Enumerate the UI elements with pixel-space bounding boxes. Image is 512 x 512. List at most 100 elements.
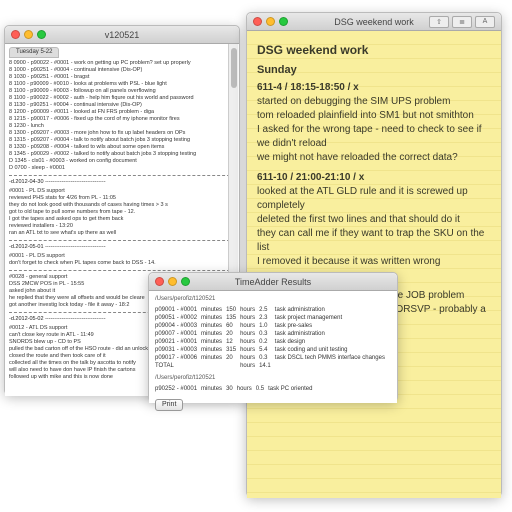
table-cell: minutes: [201, 354, 226, 362]
results-title: TimeAdder Results: [149, 277, 397, 287]
table-cell: task administration: [275, 330, 389, 338]
results-path-2: /Users/perofiz/t120521: [155, 374, 391, 382]
table-cell: TOTAL: [155, 362, 201, 370]
table-cell: minutes: [201, 385, 226, 393]
entry-line: looked at the ATL GLD rule and it is scr…: [257, 185, 491, 213]
entry-line: we might not have reloaded the correct d…: [257, 151, 491, 165]
table-row: p09017 - #0006minutes20hours0.3task DSCL…: [155, 354, 389, 362]
table-cell: 20: [226, 354, 240, 362]
table-cell: hours: [240, 362, 259, 370]
table-cell: [275, 362, 389, 370]
table-cell: task project management: [275, 314, 389, 322]
table-cell: hours: [240, 330, 259, 338]
note-toolbar: ⇧ ≣ A: [429, 16, 495, 28]
entry-line: started on debugging the SIM UPS problem: [257, 95, 491, 109]
note-day: Sunday: [257, 63, 491, 77]
table-cell: p90252 - #0001: [155, 385, 201, 393]
table-row: p09051 - #0002minutes135hours2.3task pro…: [155, 314, 389, 322]
table-cell: task pre-sales: [275, 322, 389, 330]
table-cell: hours: [240, 314, 259, 322]
log-line: ran an ATL txt to see what's up there as…: [9, 230, 235, 237]
task-line: 8 1230 - lunch: [9, 123, 235, 130]
editor-titlebar[interactable]: v120521: [5, 26, 239, 44]
log-id: #0001 - PL DS support: [9, 188, 235, 195]
table-cell: 14.1: [259, 362, 275, 370]
table-cell: 1.0: [259, 322, 275, 330]
table-cell: [201, 362, 226, 370]
table-cell: minutes: [201, 322, 226, 330]
font-icon[interactable]: A: [475, 16, 495, 28]
table-row: p09007 - #0001minutes20hours0.3task admi…: [155, 330, 389, 338]
note-heading: DSG weekend work: [257, 43, 491, 57]
table-cell: 12: [226, 338, 240, 346]
table-cell: 60: [226, 322, 240, 330]
table-cell: hours: [240, 306, 259, 314]
table-cell: task PC oriented: [268, 385, 316, 393]
results-titlebar[interactable]: TimeAdder Results: [149, 273, 397, 291]
log-id: #0001 - PL DS support: [9, 253, 235, 260]
log-line: reviewed installers - 13:20: [9, 223, 235, 230]
entry-line: tom reloaded plainfield into SM1 but not…: [257, 109, 491, 123]
entry-line: deleted the first two lines and that sho…: [257, 213, 491, 227]
table-cell: task administration: [275, 306, 389, 314]
log-line: they do not look good with thousands of …: [9, 202, 235, 209]
table-cell: p09004 - #0003: [155, 322, 201, 330]
task-line: 8 1330 - p09208 - #0004 - talked to wils…: [9, 144, 235, 151]
table-cell: 2.3: [259, 314, 275, 322]
print-button[interactable]: Print: [155, 399, 183, 411]
table-row: p90252 - #0001minutes30hours0.5task PC o…: [155, 385, 316, 393]
table-cell: 315: [226, 346, 240, 354]
entry-line: they can call me if they want to trap th…: [257, 227, 491, 255]
table-cell: 0.3: [259, 354, 275, 362]
table-cell: hours: [237, 385, 256, 393]
table-row: p09001 - #0001minutes150hours2.5task adm…: [155, 306, 389, 314]
results-body: /Users/perofiz/t120521 p09001 - #0001min…: [149, 291, 397, 403]
task-line: 8 1000 - p90251 - #0004 - continual inte…: [9, 67, 235, 74]
table-cell: 0.3: [259, 330, 275, 338]
entry-line: I removed it because it was written wron…: [257, 255, 491, 269]
note-body[interactable]: DSG weekend work Sunday 611-4 / 18:15-18…: [247, 31, 501, 498]
table-cell: 150: [226, 306, 240, 314]
table-cell: p09007 - #0001: [155, 330, 201, 338]
table-cell: minutes: [201, 330, 226, 338]
table-cell: hours: [240, 338, 259, 346]
table-cell: task DSCL tech PMMS interface changes: [275, 354, 389, 362]
log-line: I got the tapes and asked ops to get the…: [9, 216, 235, 223]
table-cell: p09017 - #0006: [155, 354, 201, 362]
log-date: -d.2012-04-30 --------------------------…: [9, 179, 235, 186]
task-line: 8 1300 - p09207 - #0003 - more john how …: [9, 130, 235, 137]
task-line: 8 1215 - p90017 - #0006 - fixed up the c…: [9, 116, 235, 123]
task-line: D 0700 - sleep - #0001: [9, 165, 235, 172]
note-titlebar[interactable]: DSG weekend work ⇧ ≣ A: [247, 13, 501, 31]
table-cell: task coding and unit testing: [275, 346, 389, 354]
table-cell: p09021 - #0001: [155, 338, 201, 346]
table-cell: p09031 - #0003: [155, 346, 201, 354]
task-list: 8 0900 - p90022 - #0001 - work on gettin…: [9, 60, 235, 172]
entry-line: I asked for the wrong tape - need to che…: [257, 123, 491, 151]
note-entry: 611-10 / 21:00-21:10 / xlooked at the AT…: [257, 171, 491, 269]
table-row: p09031 - #0003minutes315hours5.4task cod…: [155, 346, 389, 354]
table-cell: minutes: [201, 346, 226, 354]
table-cell: [226, 362, 240, 370]
log-line: don't forget to check when PL tapes come…: [9, 260, 235, 267]
table-cell: hours: [240, 354, 259, 362]
log-line: reviewed PHS stats for 4/26 from PL - 11…: [9, 195, 235, 202]
table-row: p09021 - #0001minutes12hours0.2task desi…: [155, 338, 389, 346]
editor-title: v120521: [5, 30, 239, 40]
editor-tab[interactable]: Tuesday 5-22: [9, 47, 59, 58]
table-cell: p09051 - #0002: [155, 314, 201, 322]
results-table-2: p90252 - #0001minutes30hours0.5task PC o…: [155, 385, 316, 393]
task-line: 8 1315 - p09207 - #0004 - talk to notify…: [9, 137, 235, 144]
task-line: D 1345 - cls01 - #0003 - worked on confi…: [9, 158, 235, 165]
results-path: /Users/perofiz/t120521: [155, 295, 391, 303]
task-line: 8 1345 - p90029 - #0002 - talked to noti…: [9, 151, 235, 158]
note-entry: 611-4 / 18:15-18:50 / xstarted on debugg…: [257, 81, 491, 165]
task-line: 8 1100 - p90009 - #0010 - looks at probl…: [9, 81, 235, 88]
table-cell: hours: [240, 322, 259, 330]
share-icon[interactable]: ⇧: [429, 16, 449, 28]
task-line: 8 0900 - p90022 - #0001 - work on gettin…: [9, 60, 235, 67]
task-line: 8 1030 - p90251 - #0001 - bragst: [9, 74, 235, 81]
results-table: p09001 - #0001minutes150hours2.5task adm…: [155, 306, 389, 370]
list-icon[interactable]: ≣: [452, 16, 472, 28]
table-cell: 30: [226, 385, 237, 393]
